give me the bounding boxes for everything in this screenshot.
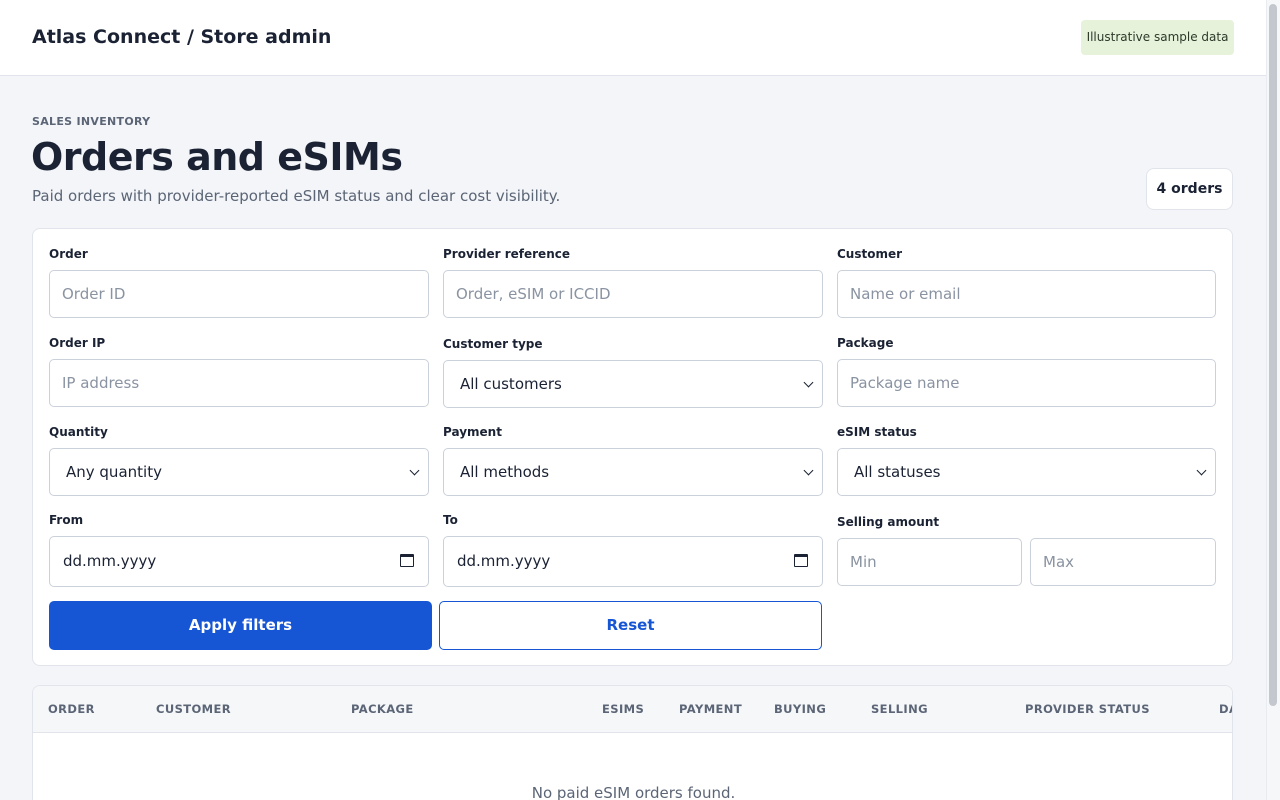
payment-label: Payment <box>443 425 502 439</box>
selling-amount-label: Selling amount <box>837 515 940 529</box>
esim-status-label: eSIM status <box>837 425 917 439</box>
column-header-date[interactable]: DA <box>1219 702 1232 716</box>
package-input[interactable]: Package name <box>837 359 1216 407</box>
column-header-payment[interactable]: PAYMENT <box>679 702 742 716</box>
chevron-down-icon <box>803 465 814 476</box>
chevron-down-icon <box>409 465 420 476</box>
calendar-icon[interactable] <box>400 554 414 567</box>
column-header-order[interactable]: ORDER <box>48 702 95 716</box>
page-subtitle: Paid orders with provider-reported eSIM … <box>32 187 561 205</box>
customer-type-value: All customers <box>460 375 562 393</box>
order-count-badge: 4 orders <box>1146 168 1233 210</box>
quantity-label: Quantity <box>49 425 108 439</box>
to-label: To <box>443 513 458 527</box>
calendar-icon[interactable] <box>794 554 808 567</box>
top-bar: Atlas Connect / Store admin Illustrative… <box>0 0 1266 76</box>
to-date-input[interactable]: dd.mm.yyyy <box>443 536 823 587</box>
customer-input[interactable]: Name or email <box>837 270 1216 318</box>
scrollbar-thumb[interactable] <box>1269 4 1277 706</box>
order-ip-label: Order IP <box>49 336 106 350</box>
from-label: From <box>49 513 84 527</box>
chevron-down-icon <box>803 377 814 388</box>
esim-status-value: All statuses <box>854 463 941 481</box>
column-header-selling[interactable]: SELLING <box>871 702 928 716</box>
chevron-down-icon <box>1196 465 1207 476</box>
column-header-customer[interactable]: CUSTOMER <box>156 702 231 716</box>
payment-value: All methods <box>460 463 550 481</box>
esim-status-select[interactable]: All statuses <box>837 448 1216 496</box>
customer-type-select[interactable]: All customers <box>443 360 823 408</box>
section-eyebrow: SALES INVENTORY <box>32 115 151 128</box>
from-date-value: dd.mm.yyyy <box>63 552 157 570</box>
quantity-select[interactable]: Any quantity <box>49 448 429 496</box>
customer-type-label: Customer type <box>443 337 543 351</box>
quantity-value: Any quantity <box>66 463 162 481</box>
payment-select[interactable]: All methods <box>443 448 823 496</box>
column-header-package[interactable]: PACKAGE <box>351 702 414 716</box>
selling-amount-max-input[interactable]: Max <box>1030 538 1216 586</box>
order-ip-input[interactable]: IP address <box>49 359 429 407</box>
apply-filters-button[interactable]: Apply filters <box>49 601 432 650</box>
provider-reference-input[interactable]: Order, eSIM or ICCID <box>443 270 823 318</box>
sample-data-badge: Illustrative sample data <box>1081 20 1234 55</box>
reset-button[interactable]: Reset <box>439 601 822 650</box>
column-header-buying[interactable]: BUYING <box>774 702 826 716</box>
order-label: Order <box>49 247 88 261</box>
column-header-esims[interactable]: ESIMS <box>602 702 644 716</box>
empty-state-message: No paid eSIM orders found. <box>531 784 736 800</box>
order-id-input[interactable]: Order ID <box>49 270 429 318</box>
page-title: Orders and eSIMs <box>31 135 403 179</box>
provider-reference-label: Provider reference <box>443 247 570 261</box>
app-title: Atlas Connect / Store admin <box>32 26 332 48</box>
table-header: ORDER CUSTOMER PACKAGE ESIMS PAYMENT BUY… <box>33 686 1232 733</box>
column-header-provider-status[interactable]: PROVIDER STATUS <box>1025 702 1150 716</box>
from-date-input[interactable]: dd.mm.yyyy <box>49 536 429 587</box>
selling-amount-min-input[interactable]: Min <box>837 538 1022 586</box>
package-label: Package <box>837 336 894 350</box>
to-date-value: dd.mm.yyyy <box>457 552 551 570</box>
customer-label: Customer <box>837 247 903 261</box>
orders-table: ORDER CUSTOMER PACKAGE ESIMS PAYMENT BUY… <box>32 685 1233 800</box>
